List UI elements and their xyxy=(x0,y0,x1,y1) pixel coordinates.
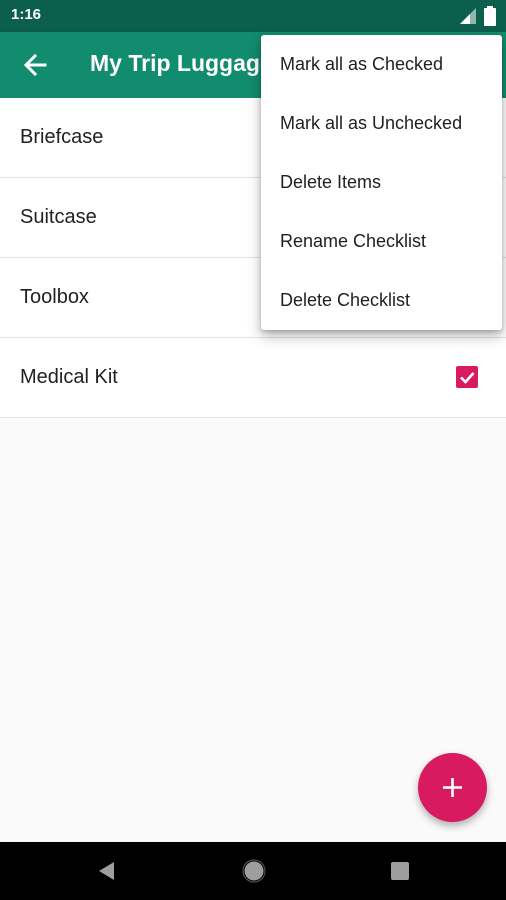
nav-home-button[interactable] xyxy=(239,856,269,886)
menu-item-mark-all-unchecked[interactable]: Mark all as Unchecked xyxy=(261,94,502,153)
menu-item-mark-all-checked[interactable]: Mark all as Checked xyxy=(261,35,502,94)
nav-recents-button[interactable] xyxy=(385,856,415,886)
add-item-button[interactable] xyxy=(418,753,487,822)
signal-icon xyxy=(460,8,476,24)
overflow-menu: Mark all as Checked Mark all as Unchecke… xyxy=(261,35,502,330)
item-label: Suitcase xyxy=(20,206,97,228)
menu-item-label: Mark all as Unchecked xyxy=(280,113,463,133)
back-button[interactable] xyxy=(14,44,56,86)
menu-item-label: Mark all as Checked xyxy=(280,54,444,74)
menu-item-delete-checklist[interactable]: Delete Checklist xyxy=(261,271,502,330)
status-bar: 1:16 xyxy=(0,0,506,32)
menu-item-label: Delete Items xyxy=(280,172,382,192)
menu-item-delete-items[interactable]: Delete Items xyxy=(261,153,502,212)
status-icons xyxy=(458,6,498,26)
item-checkbox[interactable] xyxy=(456,366,478,388)
system-nav-bar xyxy=(0,842,506,900)
status-time: 1:16 xyxy=(11,6,42,23)
check-icon xyxy=(460,372,475,384)
back-triangle-icon xyxy=(99,862,114,880)
item-label: Medical Kit xyxy=(20,366,118,388)
arrow-back-icon xyxy=(23,53,47,77)
list-item[interactable]: Medical Kit xyxy=(0,338,506,418)
menu-item-label: Rename Checklist xyxy=(280,231,427,251)
menu-item-rename-checklist[interactable]: Rename Checklist xyxy=(261,212,502,271)
recents-square-icon xyxy=(391,862,409,880)
item-label: Toolbox xyxy=(20,286,89,308)
plus-icon xyxy=(443,778,462,797)
home-circle-icon xyxy=(242,859,266,883)
nav-back-button[interactable] xyxy=(92,856,122,886)
menu-item-label: Delete Checklist xyxy=(280,290,411,310)
battery-icon xyxy=(484,6,496,26)
page-title: My Trip Luggage xyxy=(90,50,273,76)
item-label: Briefcase xyxy=(20,126,104,148)
